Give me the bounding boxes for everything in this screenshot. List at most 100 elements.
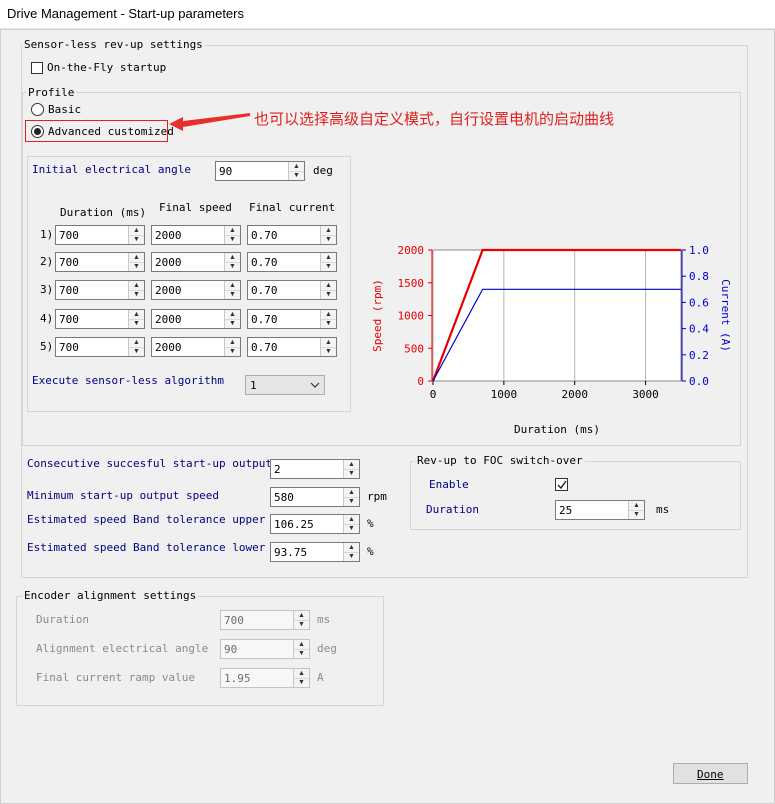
spin-down-icon[interactable]: ▼: [321, 347, 336, 356]
row-duration-spinbox[interactable]: 700 ▲ ▼: [55, 337, 145, 357]
encoder-ramp-spinbox[interactable]: 1.95 ▲ ▼: [220, 668, 310, 688]
spin-down-icon[interactable]: ▼: [225, 262, 240, 271]
y2-tick-label: 0.8: [689, 270, 709, 283]
row-current-spinbox[interactable]: 0.70 ▲ ▼: [247, 309, 337, 329]
col-speed-header: Final speed: [159, 201, 232, 214]
row-speed-value: 2000: [155, 229, 182, 242]
row-current-value: 0.70: [251, 284, 278, 297]
row-speed-spinbox[interactable]: 2000 ▲ ▼: [151, 309, 241, 329]
encoder-angle-spinbox[interactable]: 90 ▲ ▼: [220, 639, 310, 659]
row-duration-value: 700: [59, 313, 79, 326]
row-duration-spinbox[interactable]: 700 ▲ ▼: [55, 280, 145, 300]
y2-axis-label: Current (A): [719, 279, 732, 352]
spin-down-icon[interactable]: ▼: [225, 319, 240, 328]
spin-down-icon[interactable]: ▼: [629, 510, 644, 519]
row-duration-spinbox[interactable]: 700 ▲ ▼: [55, 252, 145, 272]
row-duration-value: 700: [59, 341, 79, 354]
spin-down-icon[interactable]: ▼: [225, 290, 240, 299]
annotation-arrow-icon: [169, 113, 250, 131]
on-the-fly-checkbox[interactable]: [31, 62, 43, 74]
row-current-spinbox[interactable]: 0.70 ▲ ▼: [247, 337, 337, 357]
done-label: Done: [697, 768, 724, 781]
x-tick-label: 2000: [561, 388, 588, 401]
spin-down-icon[interactable]: ▼: [321, 319, 336, 328]
spin-down-icon[interactable]: ▼: [321, 290, 336, 299]
spin-down-icon[interactable]: ▼: [344, 469, 359, 478]
row-index: 4): [40, 312, 54, 325]
spin-down-icon[interactable]: ▼: [289, 171, 304, 180]
spin-down-icon[interactable]: ▼: [294, 620, 309, 629]
spin-down-icon[interactable]: ▼: [129, 235, 144, 244]
execute-value: 1: [250, 379, 257, 392]
spin-down-icon[interactable]: ▼: [129, 262, 144, 271]
row-speed-spinbox[interactable]: 2000 ▲ ▼: [151, 337, 241, 357]
spin-down-icon[interactable]: ▼: [129, 319, 144, 328]
spin-down-icon[interactable]: ▼: [344, 524, 359, 533]
row-current-spinbox[interactable]: 0.70 ▲ ▼: [247, 225, 337, 245]
row-duration-spinbox[interactable]: 700 ▲ ▼: [55, 225, 145, 245]
min-speed-spinbox[interactable]: 580 ▲ ▼: [270, 487, 360, 507]
y-tick-label: 0: [417, 375, 424, 388]
y2-tick-label: 1.0: [689, 244, 709, 257]
col-duration-header: Duration (ms): [60, 206, 147, 219]
spin-down-icon[interactable]: ▼: [344, 552, 359, 561]
row-speed-spinbox[interactable]: 2000 ▲ ▼: [151, 225, 241, 245]
foc-enable-checkbox[interactable]: [555, 478, 568, 491]
y-tick-label: 500: [404, 342, 424, 355]
consecutive-label: Consecutive succesful start-up output: [27, 457, 273, 470]
row-index: 5): [40, 340, 54, 353]
row-duration-value: 700: [59, 229, 79, 242]
min-speed-label: Minimum start-up output speed: [27, 489, 220, 502]
spin-down-icon[interactable]: ▼: [321, 235, 336, 244]
advanced-radio[interactable]: [31, 125, 44, 138]
foc-duration-unit: ms: [656, 503, 670, 516]
done-button[interactable]: Done: [673, 763, 748, 784]
basic-radio[interactable]: [31, 103, 44, 116]
y2-tick-label: 0.4: [689, 323, 709, 336]
encoder-angle-unit: deg: [317, 642, 337, 655]
execute-select[interactable]: 1: [245, 375, 325, 395]
row-current-spinbox[interactable]: 0.70 ▲ ▼: [247, 280, 337, 300]
min-speed-unit: rpm: [367, 490, 387, 503]
foc-enable-label: Enable: [429, 478, 469, 491]
spin-down-icon[interactable]: ▼: [129, 347, 144, 356]
spin-down-icon[interactable]: ▼: [225, 347, 240, 356]
upper-tolerance-spinbox[interactable]: 106.25 ▲ ▼: [270, 514, 360, 534]
lower-tolerance-spinbox[interactable]: 93.75 ▲ ▼: [270, 542, 360, 562]
min-speed-value: 580: [274, 491, 294, 504]
row-index: 2): [40, 255, 54, 268]
upper-tolerance-label: Estimated speed Band tolerance upper: [27, 513, 266, 526]
initial-angle-spinbox[interactable]: 90 ▲ ▼: [215, 161, 305, 181]
row-duration-spinbox[interactable]: 700 ▲ ▼: [55, 309, 145, 329]
spin-down-icon[interactable]: ▼: [129, 290, 144, 299]
row-duration-value: 700: [59, 256, 79, 269]
row-speed-spinbox[interactable]: 2000 ▲ ▼: [151, 252, 241, 272]
lower-tolerance-value: 93.75: [274, 546, 308, 559]
y-tick-label: 2000: [398, 244, 425, 257]
row-speed-value: 2000: [155, 284, 182, 297]
spin-down-icon[interactable]: ▼: [344, 497, 359, 506]
upper-tolerance-value: 106.25: [274, 518, 314, 531]
spin-down-icon[interactable]: ▼: [321, 262, 336, 271]
y2-tick-label: 0.0: [689, 375, 709, 388]
x-tick-label: 1000: [491, 388, 518, 401]
window-title: Drive Management - Start-up parameters: [7, 6, 244, 21]
consecutive-value: 2: [274, 463, 281, 476]
encoder-duration-label: Duration: [36, 613, 89, 626]
on-the-fly-label: On-the-Fly startup: [47, 61, 167, 74]
consecutive-spinbox[interactable]: 2 ▲ ▼: [270, 459, 360, 479]
spin-down-icon[interactable]: ▼: [294, 649, 309, 658]
row-current-spinbox[interactable]: 0.70 ▲ ▼: [247, 252, 337, 272]
row-speed-spinbox[interactable]: 2000 ▲ ▼: [151, 280, 241, 300]
row-index: 3): [40, 283, 54, 296]
foc-duration-spinbox[interactable]: 25 ▲ ▼: [555, 500, 645, 520]
row-current-value: 0.70: [251, 256, 278, 269]
row-speed-value: 2000: [155, 313, 182, 326]
spin-down-icon[interactable]: ▼: [225, 235, 240, 244]
foc-duration-value: 25: [559, 504, 573, 517]
check-icon: [557, 480, 567, 490]
encoder-ramp-unit: A: [317, 671, 324, 684]
encoder-duration-spinbox[interactable]: 700 ▲ ▼: [220, 610, 310, 630]
spin-down-icon[interactable]: ▼: [294, 678, 309, 687]
advanced-label: Advanced customized: [48, 125, 174, 138]
